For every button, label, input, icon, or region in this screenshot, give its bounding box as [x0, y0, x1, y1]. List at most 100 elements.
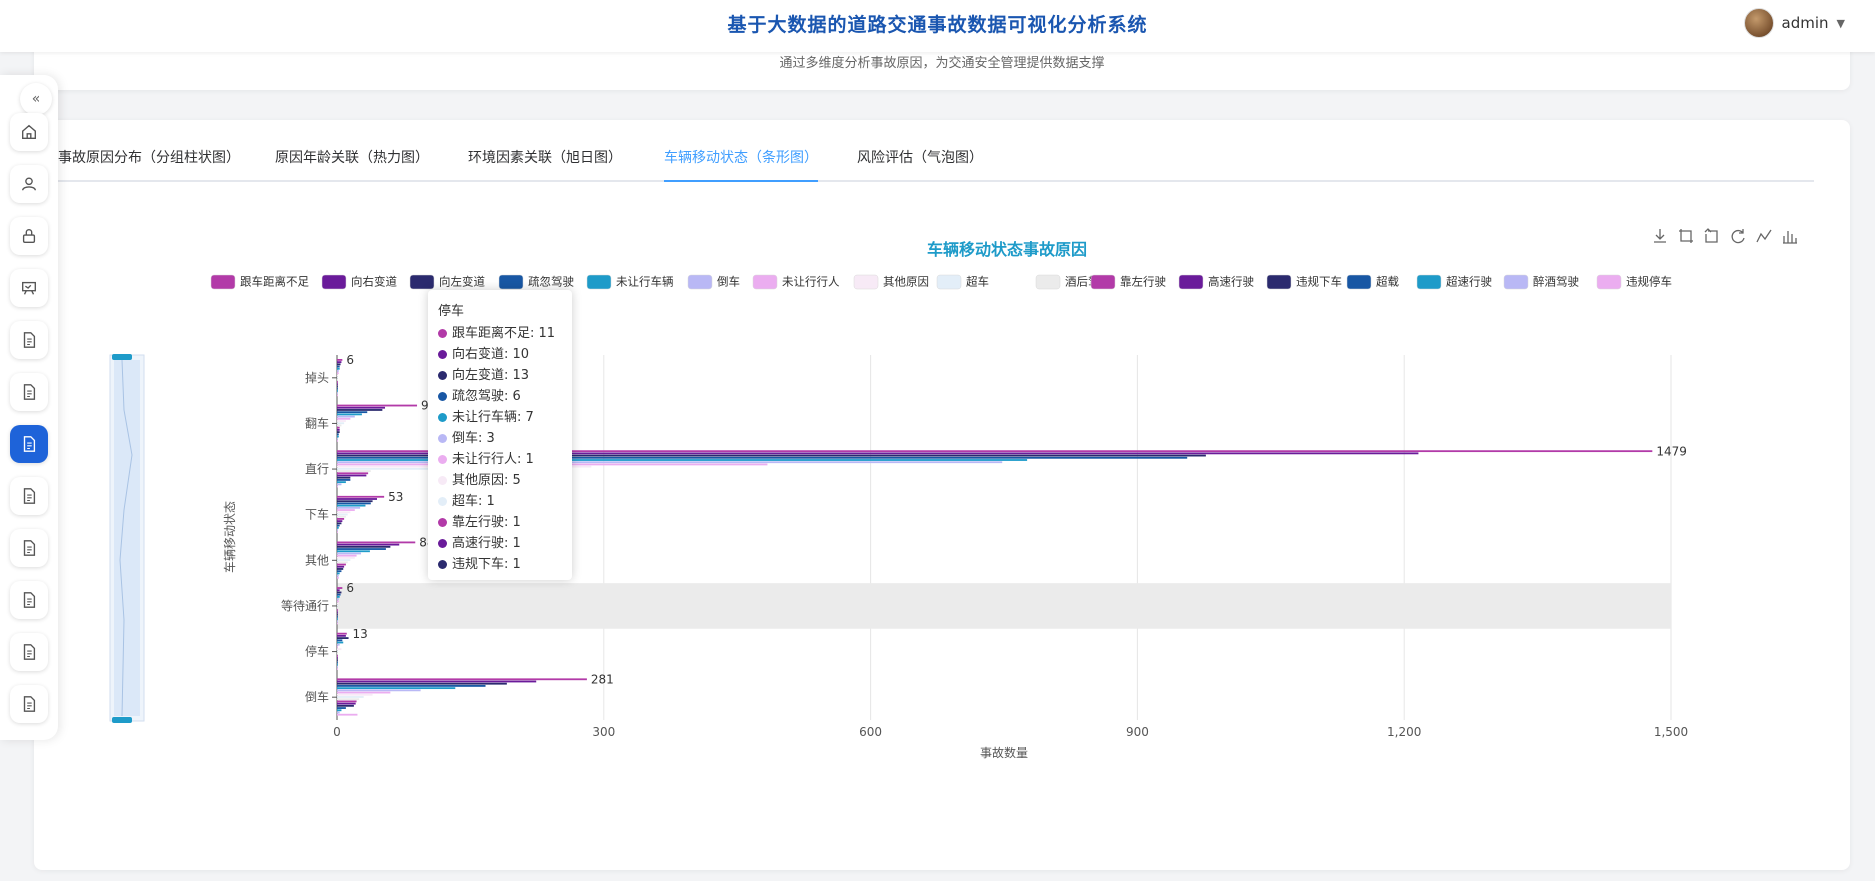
legend-item[interactable]: 跟车距离不足 — [210, 275, 309, 290]
slider-handle-bottom[interactable] — [112, 717, 132, 723]
zoom-icon[interactable] — [1678, 228, 1694, 244]
bar[interactable] — [337, 561, 348, 564]
bar[interactable] — [337, 406, 386, 409]
bar[interactable] — [337, 622, 338, 625]
bar[interactable] — [337, 387, 338, 390]
bar[interactable] — [337, 381, 338, 383]
bar[interactable] — [337, 374, 338, 377]
bar[interactable] — [337, 411, 368, 414]
bar[interactable] — [337, 643, 340, 646]
bar[interactable] — [337, 474, 367, 477]
bar[interactable] — [337, 404, 418, 407]
bar[interactable] — [337, 663, 338, 666]
bar[interactable] — [337, 428, 340, 431]
bar[interactable] — [337, 659, 338, 662]
bar[interactable] — [337, 483, 342, 486]
bar[interactable] — [337, 522, 342, 525]
bar[interactable] — [337, 511, 351, 514]
bar[interactable] — [337, 363, 341, 366]
bar[interactable] — [337, 702, 356, 705]
bar[interactable] — [337, 509, 355, 511]
bar[interactable] — [337, 515, 346, 518]
legend-item[interactable]: 超速行驶 — [1416, 275, 1492, 290]
slider-window[interactable] — [114, 360, 140, 716]
legend-item[interactable]: 靠左行驶 — [1090, 275, 1166, 290]
bar[interactable] — [337, 424, 342, 427]
collapse-icon[interactable]: « — [20, 83, 52, 115]
bar[interactable] — [337, 383, 338, 386]
bar[interactable] — [337, 700, 357, 703]
document-icon[interactable] — [10, 425, 48, 463]
line-switch-icon[interactable] — [1756, 228, 1772, 244]
bar[interactable] — [337, 611, 338, 614]
zoom-reset-icon[interactable] — [1704, 228, 1720, 244]
bar[interactable] — [337, 389, 338, 392]
bar[interactable] — [337, 500, 373, 503]
bar[interactable] — [337, 392, 338, 395]
bar[interactable] — [337, 704, 354, 707]
bar[interactable] — [337, 602, 339, 605]
legend-item[interactable]: 醉酒驾驶 — [1503, 275, 1579, 290]
bar[interactable] — [337, 648, 342, 651]
board-icon[interactable] — [10, 269, 48, 307]
bar[interactable] — [337, 426, 340, 429]
bar[interactable] — [337, 437, 338, 440]
bar[interactable] — [337, 709, 342, 712]
bar[interactable] — [337, 568, 344, 570]
document-icon[interactable] — [10, 581, 48, 619]
bar[interactable] — [337, 529, 338, 531]
legend-item[interactable]: 倒车 — [687, 275, 740, 290]
bar[interactable] — [337, 698, 360, 701]
document-icon[interactable] — [10, 529, 48, 567]
bar[interactable] — [337, 422, 345, 425]
bar[interactable] — [337, 495, 385, 498]
bar[interactable] — [337, 668, 338, 670]
bar[interactable] — [337, 696, 364, 698]
bar[interactable] — [337, 595, 340, 598]
bar[interactable] — [337, 574, 339, 577]
bar[interactable] — [337, 637, 349, 639]
bar[interactable] — [337, 615, 338, 618]
legend-item[interactable]: 其他原因 — [853, 275, 929, 290]
document-icon[interactable] — [10, 685, 48, 723]
bar[interactable] — [337, 711, 340, 714]
bar[interactable] — [337, 420, 346, 422]
legend-item[interactable]: 违规下车 — [1266, 275, 1342, 290]
bar[interactable] — [337, 632, 347, 635]
bar[interactable] — [337, 394, 338, 397]
data-zoom-slider[interactable] — [109, 354, 145, 723]
chevron-down-icon[interactable]: ▼ — [1837, 17, 1845, 30]
bar[interactable] — [337, 689, 421, 692]
bar[interactable] — [337, 541, 416, 544]
legend-item[interactable]: 超载 — [1346, 275, 1399, 290]
bar[interactable] — [337, 498, 378, 500]
home-icon[interactable] — [10, 113, 48, 151]
bar[interactable] — [337, 589, 340, 592]
bar[interactable] — [337, 513, 348, 516]
bar[interactable] — [337, 367, 340, 370]
legend-item[interactable]: 疏忽驾驶 — [498, 275, 574, 290]
bar[interactable] — [337, 470, 371, 472]
bar[interactable] — [337, 479, 351, 481]
bar[interactable] — [337, 472, 369, 475]
bar[interactable] — [337, 385, 338, 388]
bar[interactable] — [337, 570, 342, 573]
bar[interactable] — [337, 618, 338, 620]
bar[interactable] — [337, 506, 361, 509]
bar[interactable] — [337, 518, 345, 520]
bar[interactable] — [337, 559, 351, 562]
bar[interactable] — [337, 440, 338, 442]
bar[interactable] — [337, 598, 339, 601]
bar[interactable] — [337, 639, 343, 642]
bar[interactable] — [337, 604, 338, 607]
bar[interactable] — [337, 652, 338, 655]
bar[interactable] — [337, 481, 346, 484]
bar[interactable] — [337, 502, 371, 505]
bar[interactable] — [337, 687, 456, 690]
bar[interactable] — [337, 657, 338, 659]
bar[interactable] — [337, 554, 357, 557]
slider-handle-top[interactable] — [112, 354, 132, 360]
bar[interactable] — [337, 485, 338, 488]
bar[interactable] — [337, 543, 400, 546]
bar[interactable] — [337, 563, 346, 566]
